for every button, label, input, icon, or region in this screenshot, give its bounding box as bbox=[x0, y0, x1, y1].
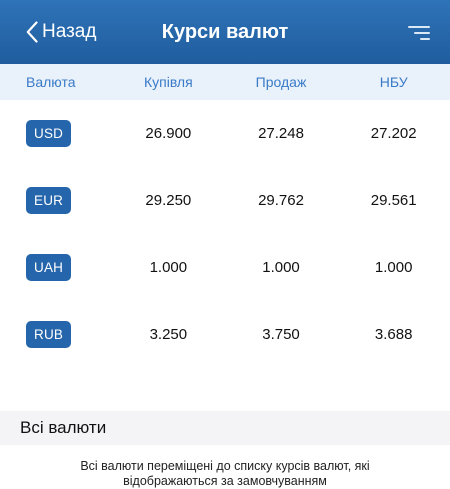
nbu-rate: 27.202 bbox=[370, 125, 417, 142]
table-row[interactable]: EUR 29.250 29.762 29.561 bbox=[0, 167, 450, 234]
table-header: Валюта Купівля Продаж НБУ bbox=[0, 64, 450, 100]
currency-badge: EUR bbox=[26, 187, 72, 214]
buy-rate: 1.000 bbox=[149, 259, 188, 276]
header-buy: Купівля bbox=[143, 74, 193, 90]
table-row[interactable]: USD 26.900 27.248 27.202 bbox=[0, 100, 450, 167]
table-row[interactable]: UAH 1.000 1.000 1.000 bbox=[0, 234, 450, 301]
header-sell: Продаж bbox=[255, 74, 307, 90]
all-currencies-header: Всі валюти bbox=[0, 411, 450, 445]
currency-badge: RUB bbox=[26, 321, 72, 348]
nbu-rate: 3.688 bbox=[374, 326, 413, 343]
sort-lines-icon[interactable] bbox=[404, 23, 430, 43]
buy-rate: 26.900 bbox=[145, 125, 192, 142]
nav-bar: Назад Курси валют bbox=[0, 0, 450, 64]
nbu-rate: 29.561 bbox=[370, 192, 417, 209]
header-currency: Валюта bbox=[26, 74, 76, 90]
all-currencies-note: Всі валюти переміщені до списку курсів в… bbox=[80, 459, 370, 488]
sell-rate: 27.248 bbox=[258, 125, 304, 142]
sell-rate: 29.762 bbox=[258, 192, 304, 209]
buy-rate: 29.250 bbox=[145, 192, 192, 209]
currency-badge: UAH bbox=[26, 254, 72, 281]
page-title: Курси валют bbox=[161, 21, 289, 43]
header-nbu: НБУ bbox=[379, 74, 408, 90]
rates-table: USD 26.900 27.248 27.202 EUR 29.250 29.7… bbox=[0, 100, 450, 368]
sell-rate: 3.750 bbox=[262, 326, 300, 343]
nbu-rate: 1.000 bbox=[374, 259, 413, 276]
currency-badge: USD bbox=[26, 120, 72, 147]
buy-rate: 3.250 bbox=[149, 326, 188, 343]
sell-rate: 1.000 bbox=[262, 259, 300, 276]
table-row[interactable]: RUB 3.250 3.750 3.688 bbox=[0, 301, 450, 368]
